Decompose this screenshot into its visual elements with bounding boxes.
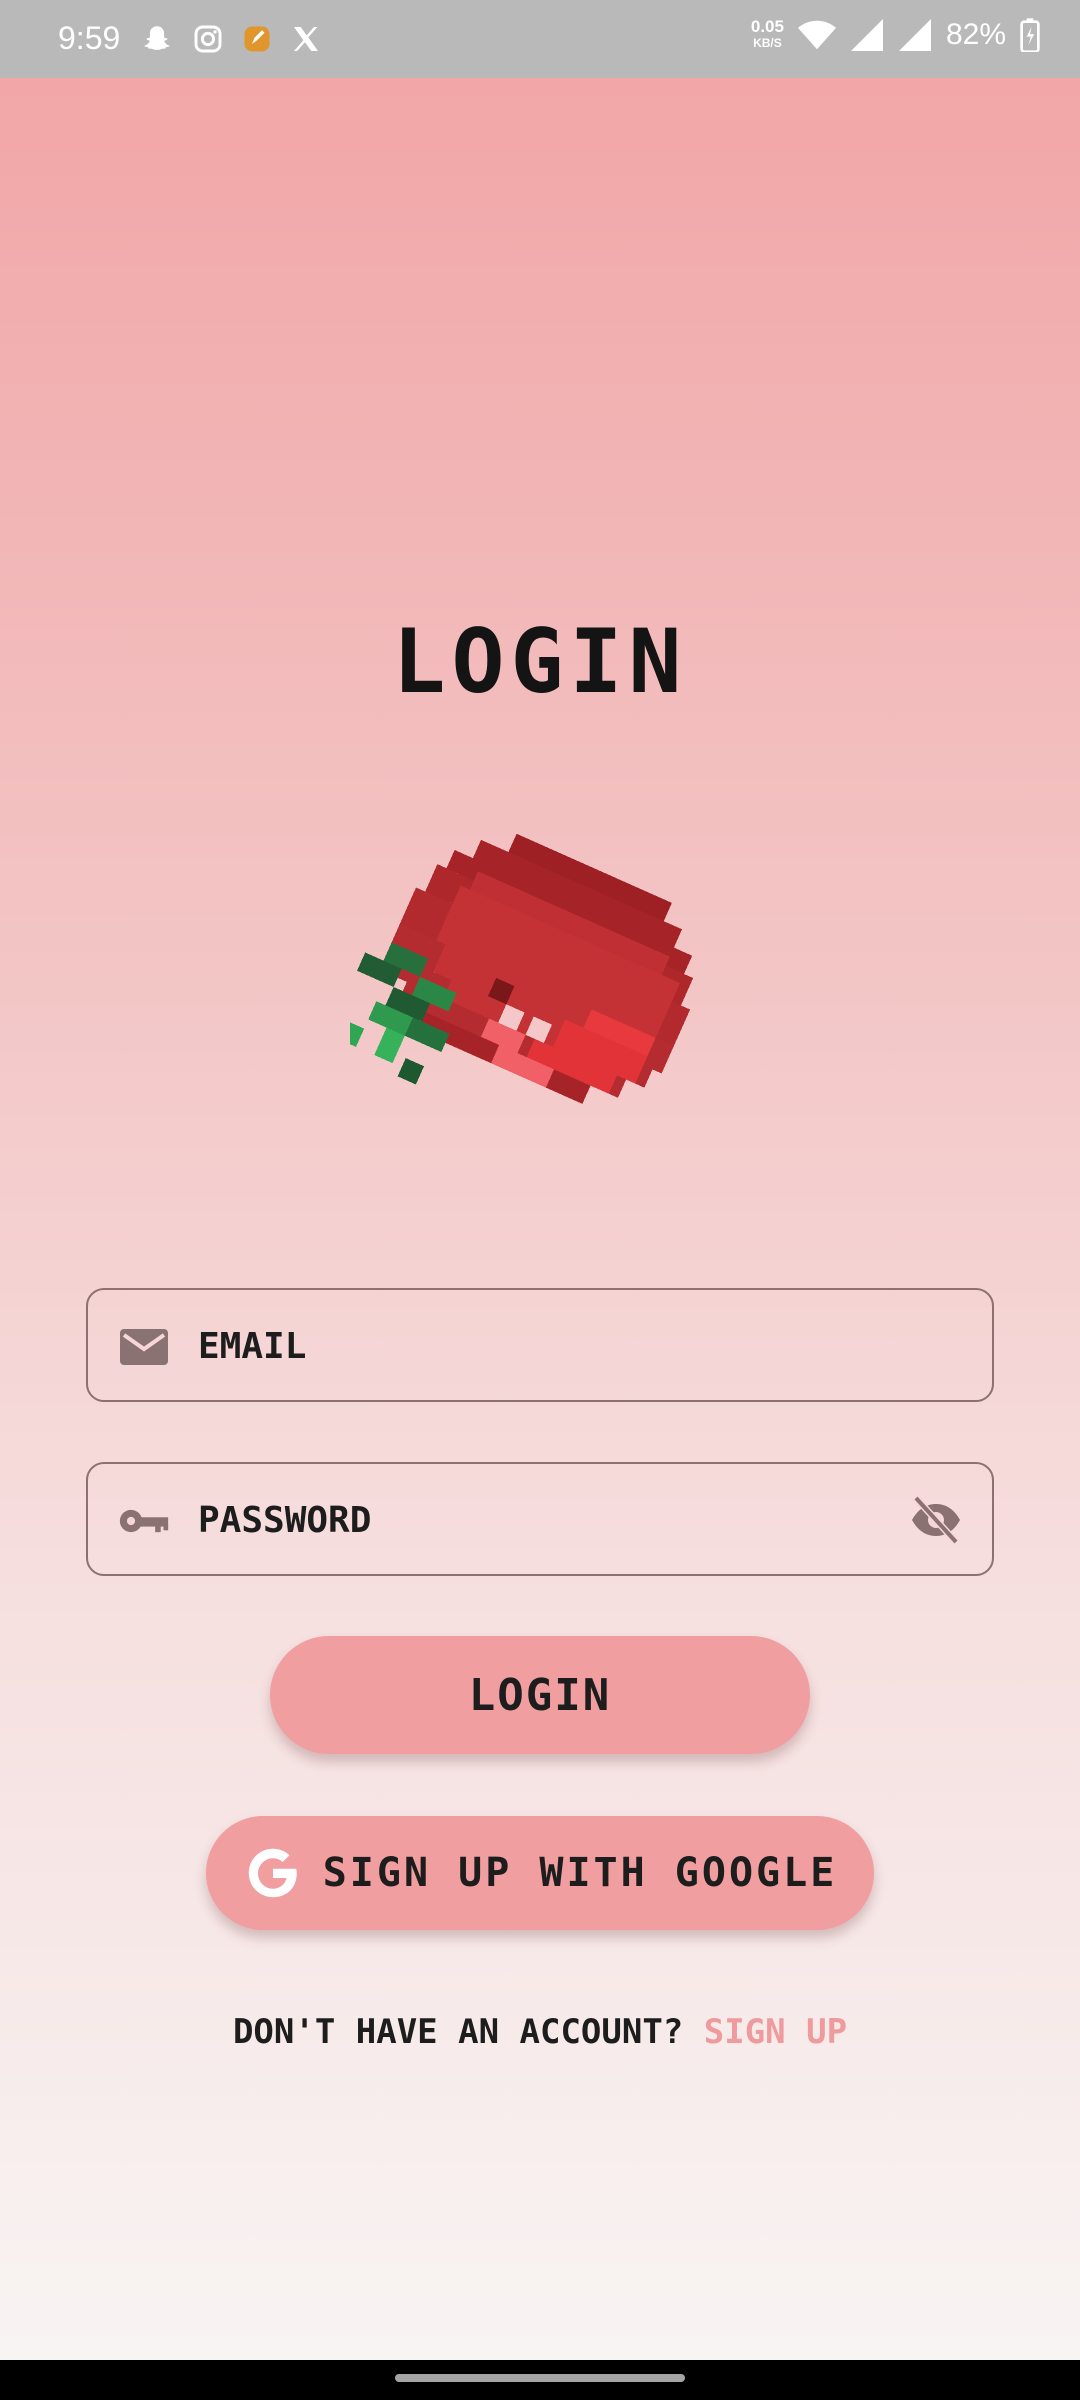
snapchat-icon: [144, 26, 170, 50]
page-title: LOGIN: [392, 610, 688, 713]
app-icon: [244, 26, 270, 52]
signup-prompt: DON'T HAVE AN ACCOUNT? SIGN UP: [0, 2012, 1080, 2052]
password-input[interactable]: [198, 1484, 878, 1556]
system-status: 0.05 KB/S 82%: [751, 18, 1040, 52]
status-time: 9:59: [58, 20, 121, 56]
pixel-tomato-icon: [337, 780, 750, 1180]
battery-percent: 82%: [945, 18, 1006, 51]
email-field[interactable]: [86, 1288, 994, 1402]
home-gesture-handle[interactable]: [395, 2374, 685, 2382]
signup-prompt-text: DON'T HAVE AN ACCOUNT?: [232, 2012, 684, 2052]
google-g-icon: [248, 1848, 297, 1898]
x-icon: [294, 27, 318, 51]
notification-icons: [140, 22, 322, 56]
email-input[interactable]: [198, 1310, 878, 1382]
signal-icon: [850, 19, 883, 51]
signal-icon: [898, 19, 931, 51]
visibility-off-icon[interactable]: [908, 1494, 964, 1546]
login-button[interactable]: LOGIN: [270, 1636, 810, 1754]
google-signup-button[interactable]: SIGN UP WITH GOOGLE: [206, 1816, 874, 1930]
instagram-icon: [194, 25, 222, 53]
key-icon: [119, 1509, 169, 1533]
navigation-bar: [0, 2360, 1080, 2400]
password-field[interactable]: [86, 1462, 994, 1576]
signup-link[interactable]: SIGN UP: [704, 2012, 847, 2052]
network-speed: 0.05 KB/S: [750, 17, 784, 50]
status-bar: 9:59 0.05 KB/S 82%: [0, 0, 1080, 78]
google-signup-label: SIGN UP WITH GOOGLE: [322, 1850, 838, 1896]
wifi-icon: [797, 20, 836, 50]
battery-charging-icon: [1020, 18, 1040, 52]
mail-icon: [120, 1329, 168, 1365]
